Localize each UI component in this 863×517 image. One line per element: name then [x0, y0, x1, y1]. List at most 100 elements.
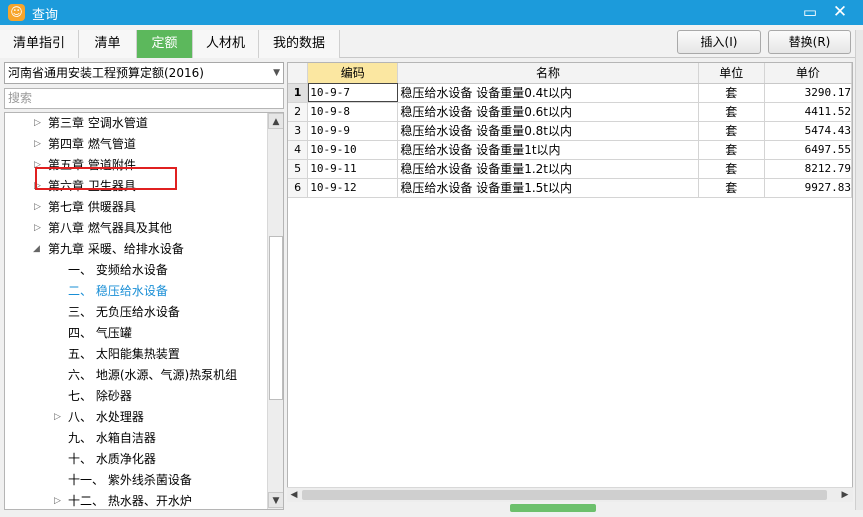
tree-item-label: 第七章 供暖器具 [48, 200, 136, 214]
close-icon[interactable]: ✕ [825, 0, 855, 25]
tree-item[interactable]: 九、 水箱自洁器 [5, 428, 156, 449]
table-row[interactable]: 4 10-9-10 稳压给水设备 设备重量1t以内 套 6497.55 [288, 140, 852, 160]
title-bar: ☺ 查询 ▭ ✕ [0, 0, 863, 25]
tree-item[interactable]: ▷ 第八章 燃气器具及其他 [5, 218, 172, 239]
expand-icon[interactable]: ▷ [54, 407, 61, 428]
tree-item-selected[interactable]: 二、 稳压给水设备 [5, 281, 168, 302]
table-row[interactable]: 1 10-9-7 稳压给水设备 设备重量0.4t以内 套 3290.17 [288, 83, 852, 103]
tab-bill[interactable]: 清单 [79, 30, 137, 58]
scrollbar-thumb[interactable] [269, 236, 283, 400]
search-input[interactable]: 搜索 [4, 88, 284, 109]
cell-name[interactable]: 稳压给水设备 设备重量0.8t以内 [397, 121, 699, 141]
scroll-up-icon[interactable]: ▲ [268, 113, 283, 129]
insert-button[interactable]: 插入(I) [677, 30, 761, 54]
tree-item[interactable]: ▷ 第七章 供暖器具 [5, 197, 136, 218]
cell-price[interactable]: 9927.83 [764, 178, 852, 198]
tree-item-label: 七、 除砂器 [68, 389, 132, 403]
column-header-unit[interactable]: 单位 [698, 63, 765, 84]
tree-item[interactable]: ◢ 第九章 采暖、给排水设备 [5, 239, 184, 260]
tree-item[interactable]: 十一、 紫外线杀菌设备 [5, 470, 192, 491]
cell-unit[interactable]: 套 [698, 178, 765, 198]
cell-price[interactable]: 8212.79 [764, 159, 852, 179]
tree-item[interactable]: 七、 除砂器 [5, 386, 132, 407]
cell-name[interactable]: 稳压给水设备 设备重量1t以内 [397, 140, 699, 160]
cell-name[interactable]: 稳压给水设备 设备重量0.6t以内 [397, 102, 699, 122]
scroll-down-icon[interactable]: ▼ [268, 492, 283, 508]
tree-item-label: 十二、 热水器、开水炉 [68, 494, 192, 508]
cell-name[interactable]: 稳压给水设备 设备重量1.5t以内 [397, 178, 699, 198]
expand-icon[interactable]: ▷ [34, 197, 41, 218]
app-logo-icon: ☺ [8, 4, 25, 21]
tree-vertical-scrollbar[interactable]: ▲ ▼ [267, 113, 283, 509]
tree-item[interactable]: ▷ 第五章 管道附件 [5, 155, 136, 176]
expand-icon[interactable]: ▷ [34, 134, 41, 155]
resize-grip[interactable] [510, 504, 596, 512]
tree-item[interactable]: ▷ 第六章 卫生器具 [5, 176, 136, 197]
tree-item-label: 八、 水处理器 [68, 410, 144, 424]
table-row[interactable]: 3 10-9-9 稳压给水设备 设备重量0.8t以内 套 5474.43 [288, 121, 852, 141]
quota-grid: 编码 名称 单位 单价 1 10-9-7 稳压给水设备 设备重量0.4t以内 套… [287, 62, 853, 502]
tree-item-label: 一、 变频给水设备 [68, 263, 168, 277]
tree-item[interactable]: ▷ 第四章 燃气管道 [5, 134, 136, 155]
cell-code[interactable]: 10-9-9 [307, 121, 399, 141]
tree-item-label: 九、 水箱自洁器 [68, 431, 156, 445]
tree-item[interactable]: 三、 无负压给水设备 [5, 302, 180, 323]
cell-price[interactable]: 5474.43 [764, 121, 852, 141]
expand-icon[interactable]: ▷ [34, 113, 41, 134]
maximize-icon[interactable]: ▭ [795, 0, 825, 25]
cell-name[interactable]: 稳压给水设备 设备重量0.4t以内 [397, 83, 699, 103]
tree-item[interactable]: 五、 太阳能集热装置 [5, 344, 180, 365]
cell-name[interactable]: 稳压给水设备 设备重量1.2t以内 [397, 159, 699, 179]
cell-unit[interactable]: 套 [698, 83, 765, 103]
column-header-name[interactable]: 名称 [397, 63, 699, 84]
scroll-left-icon[interactable]: ◀ [287, 488, 301, 502]
collapse-icon[interactable]: ◢ [33, 239, 40, 260]
column-header-code[interactable]: 编码 [307, 63, 399, 84]
grid-horizontal-scrollbar[interactable]: ◀ ▶ [287, 487, 853, 502]
window-title: 查询 [32, 8, 59, 23]
cell-code[interactable]: 10-9-7 [307, 83, 399, 103]
tree-item[interactable]: ▷ 第三章 空调水管道 [5, 113, 148, 134]
table-header-row: 编码 名称 单位 单价 [288, 63, 852, 84]
tree-item[interactable]: ▷ 十二、 热水器、开水炉 [5, 491, 192, 509]
cell-code[interactable]: 10-9-12 [307, 178, 399, 198]
tab-my-data[interactable]: 我的数据 [259, 30, 340, 58]
tree-item[interactable]: 四、 气压罐 [5, 323, 132, 344]
tree-item-label: 三、 无负压给水设备 [68, 305, 180, 319]
row-number: 3 [288, 121, 309, 141]
tab-bill-guide[interactable]: 清单指引 [0, 30, 79, 58]
scroll-right-icon[interactable]: ▶ [838, 488, 852, 502]
column-header-price[interactable]: 单价 [764, 63, 852, 84]
tree-item[interactable]: 十、 水质净化器 [5, 449, 156, 470]
expand-icon[interactable]: ▷ [34, 218, 41, 239]
tab-quota[interactable]: 定额 [137, 30, 193, 58]
tree-item[interactable]: 六、 地源(水源、气源)热泵机组 [5, 365, 237, 386]
tree-item-label: 第四章 燃气管道 [48, 137, 136, 151]
tree-item[interactable]: 一、 变频给水设备 [5, 260, 168, 281]
tree-item-label: 十一、 紫外线杀菌设备 [68, 473, 192, 487]
right-edge-panel [855, 30, 863, 510]
cell-unit[interactable]: 套 [698, 121, 765, 141]
cell-price[interactable]: 6497.55 [764, 140, 852, 160]
cell-unit[interactable]: 套 [698, 102, 765, 122]
replace-button[interactable]: 替换(R) [768, 30, 851, 54]
selected-item-highlight-box [35, 167, 177, 190]
cell-unit[interactable]: 套 [698, 159, 765, 179]
cell-code[interactable]: 10-9-10 [307, 140, 399, 160]
cell-code[interactable]: 10-9-8 [307, 102, 399, 122]
cell-price[interactable]: 4411.52 [764, 102, 852, 122]
scrollbar-thumb[interactable] [302, 490, 827, 500]
cell-price[interactable]: 3290.17 [764, 83, 852, 103]
tree-item-label: 第三章 空调水管道 [48, 116, 148, 130]
cell-unit[interactable]: 套 [698, 140, 765, 160]
quota-library-select[interactable]: 河南省通用安装工程预算定额(2016) ▼ [4, 62, 284, 84]
row-number: 6 [288, 178, 309, 198]
tree-item[interactable]: ▷ 八、 水处理器 [5, 407, 144, 428]
quota-library-value: 河南省通用安装工程预算定额(2016) [8, 66, 204, 80]
tab-labor-material-machine[interactable]: 人材机 [193, 30, 259, 58]
table-row[interactable]: 5 10-9-11 稳压给水设备 设备重量1.2t以内 套 8212.79 [288, 159, 852, 179]
cell-code[interactable]: 10-9-11 [307, 159, 399, 179]
expand-icon[interactable]: ▷ [54, 491, 61, 509]
table-row[interactable]: 6 10-9-12 稳压给水设备 设备重量1.5t以内 套 9927.83 [288, 178, 852, 198]
table-row[interactable]: 2 10-9-8 稳压给水设备 设备重量0.6t以内 套 4411.52 [288, 102, 852, 122]
